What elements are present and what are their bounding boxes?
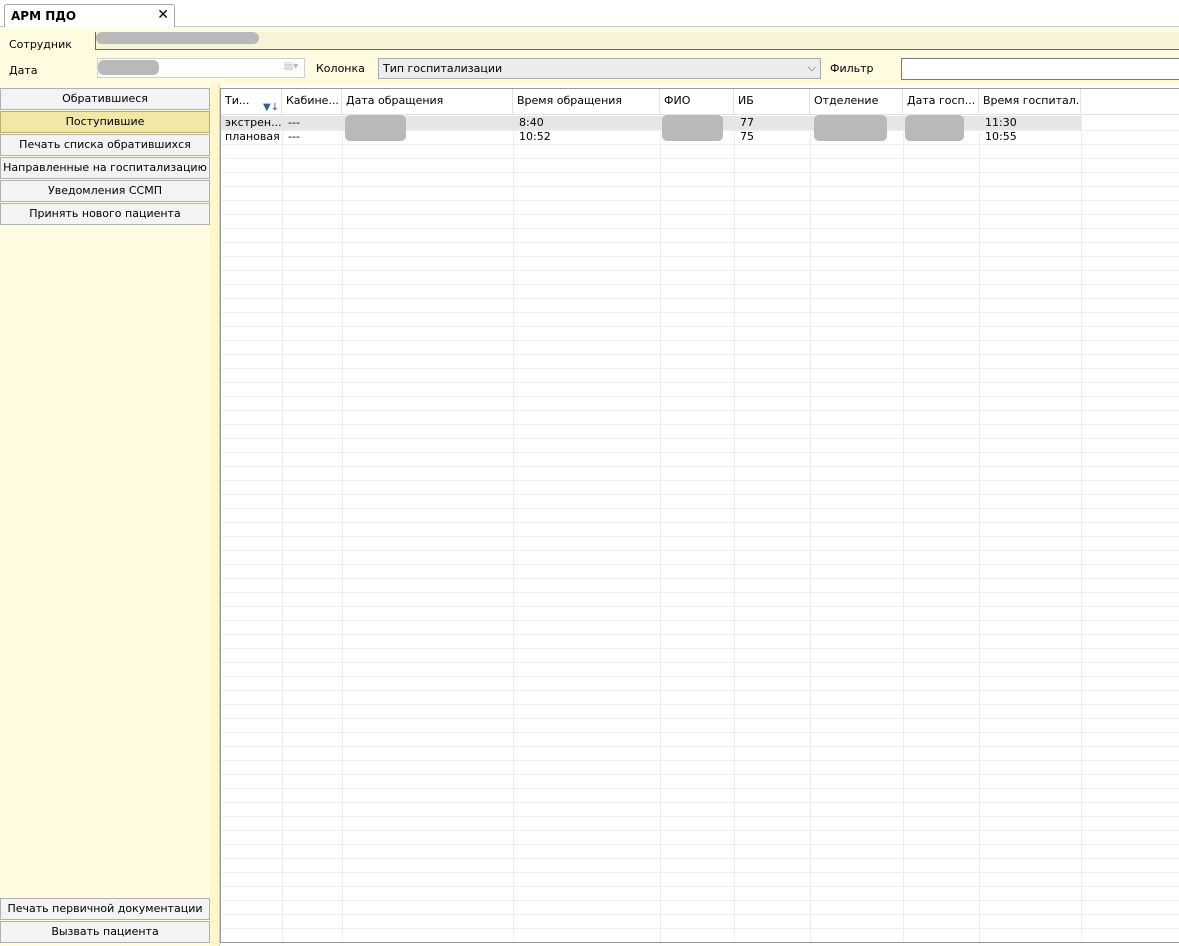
redacted-hosp-date bbox=[905, 115, 964, 141]
left-panel: Обратившиеся Поступившие Печать списка о… bbox=[0, 85, 210, 946]
cell-cabinet: --- bbox=[288, 130, 300, 143]
call-patient-button[interactable]: Вызвать пациента bbox=[0, 921, 210, 943]
nav-button-referred[interactable]: Направленные на госпитализацию bbox=[0, 157, 210, 179]
grid-divider bbox=[734, 115, 735, 942]
column-header-filler bbox=[1081, 89, 1179, 115]
grid-divider bbox=[903, 115, 904, 942]
grid-divider bbox=[810, 115, 811, 942]
column-header-appeal-time[interactable]: Время обращения bbox=[513, 89, 660, 115]
tab-bar: АРМ ПДО ✕ bbox=[0, 0, 1179, 27]
tab-title: АРМ ПДО bbox=[11, 9, 77, 23]
column-header-appeal-date[interactable]: Дата обращения bbox=[342, 89, 513, 115]
nav-button-admitted[interactable]: Поступившие bbox=[0, 111, 210, 133]
grid-divider bbox=[1081, 115, 1082, 942]
date-label: Дата bbox=[9, 64, 38, 77]
grid-divider bbox=[660, 115, 661, 942]
employee-field[interactable] bbox=[95, 32, 1179, 50]
column-header-ib[interactable]: ИБ bbox=[734, 89, 810, 115]
cell-type: экстрен... bbox=[225, 116, 282, 129]
filter-sort-icon[interactable]: ▼↓ bbox=[263, 96, 279, 114]
splitter[interactable] bbox=[210, 85, 220, 946]
calendar-icon[interactable]: ▤▾ bbox=[280, 61, 302, 75]
filter-header: Сотрудник Дата ▤▾ Колонка Тип госпитализ… bbox=[0, 27, 1179, 85]
column-select[interactable]: Тип госпитализации ⌵ bbox=[378, 58, 821, 79]
column-header-hosp-date[interactable]: Дата госп... bbox=[903, 89, 979, 115]
grid-divider bbox=[979, 115, 980, 942]
column-label: Колонка bbox=[316, 62, 365, 75]
cell-appeal-time: 10:52 bbox=[519, 130, 551, 143]
grid-divider bbox=[282, 115, 283, 942]
cell-appeal-time: 8:40 bbox=[519, 116, 544, 129]
nav-button-ssmp-notifications[interactable]: Уведомления ССМП bbox=[0, 180, 210, 202]
cell-hosp-time: 10:55 bbox=[985, 130, 1017, 143]
cell-type: плановая bbox=[225, 130, 280, 143]
redacted-department bbox=[814, 115, 887, 141]
redacted-appeal-date bbox=[345, 115, 406, 141]
column-header-hosp-time[interactable]: Время госпитал... bbox=[979, 89, 1081, 115]
column-select-value: Тип госпитализации bbox=[383, 62, 503, 75]
column-header-fio[interactable]: ФИО bbox=[660, 89, 734, 115]
column-header-department[interactable]: Отделение bbox=[810, 89, 903, 115]
column-header-label: Ти... bbox=[225, 94, 250, 107]
employee-label: Сотрудник bbox=[9, 38, 72, 51]
redacted-date bbox=[98, 60, 159, 75]
tab-arm-pdo[interactable]: АРМ ПДО ✕ bbox=[4, 4, 175, 27]
column-header-type[interactable]: Ти... ▼↓ bbox=[221, 89, 282, 115]
filter-label: Фильтр bbox=[830, 62, 874, 75]
filter-input[interactable] bbox=[901, 58, 1179, 80]
cell-ib: 77 bbox=[740, 116, 754, 129]
redacted-fio bbox=[662, 115, 723, 141]
column-header-cabinet[interactable]: Кабине... bbox=[282, 89, 342, 115]
nav-button-print-appealed-list[interactable]: Печать списка обратившихся bbox=[0, 134, 210, 156]
cell-ib: 75 bbox=[740, 130, 754, 143]
nav-button-new-patient[interactable]: Принять нового пациента bbox=[0, 203, 210, 225]
grid-divider bbox=[513, 115, 514, 942]
nav-button-appealed[interactable]: Обратившиеся bbox=[0, 88, 210, 110]
cell-cabinet: --- bbox=[288, 116, 300, 129]
grid-divider bbox=[342, 115, 343, 942]
print-primary-docs-button[interactable]: Печать первичной документации bbox=[0, 898, 210, 920]
close-icon[interactable]: ✕ bbox=[157, 7, 169, 23]
date-picker[interactable]: ▤▾ bbox=[97, 58, 305, 78]
chevron-down-icon[interactable]: ⌵ bbox=[808, 61, 816, 75]
cell-hosp-time: 11:30 bbox=[985, 116, 1017, 129]
redacted-employee bbox=[96, 32, 259, 44]
patients-grid: Ти... ▼↓ Кабине... Дата обращения Время … bbox=[220, 88, 1179, 943]
